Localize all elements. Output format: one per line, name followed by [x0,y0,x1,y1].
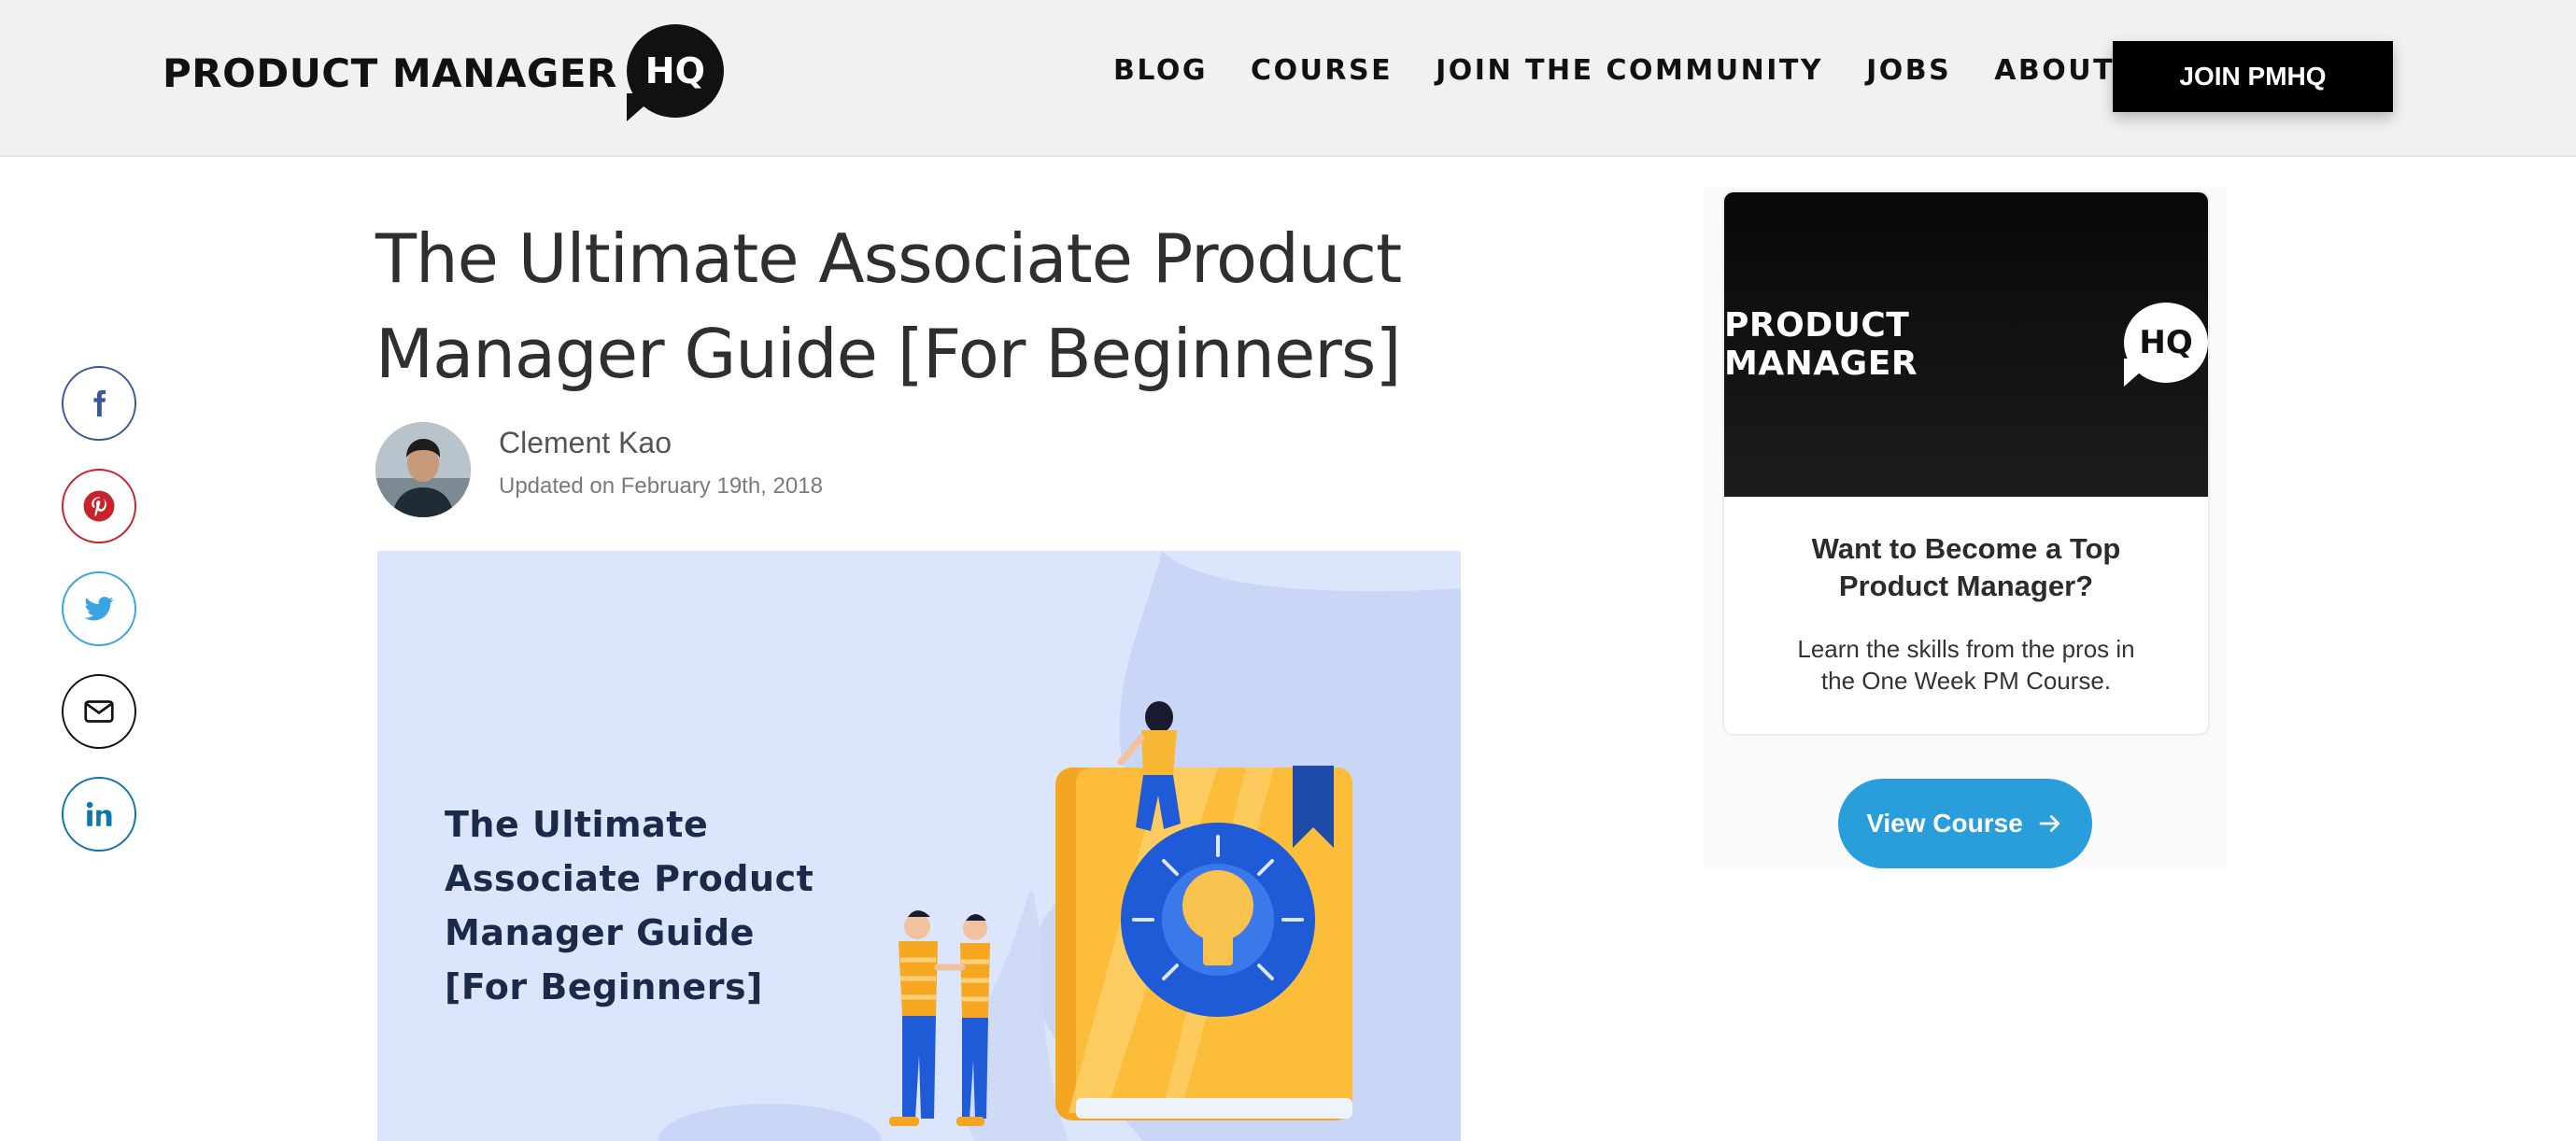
author-block: Clement Kao Updated on February 19th, 20… [375,422,823,517]
promo-card: PRODUCT MANAGER HQ Want to Become a Top … [1722,190,2210,736]
nav-about[interactable]: ABOUT [1994,54,2115,87]
email-icon [84,700,114,723]
promo-text: Learn the skills from the pros in the On… [1797,635,2135,695]
facebook-icon [93,389,106,417]
email-share-button[interactable] [62,674,136,749]
twitter-share-button[interactable] [62,571,136,646]
nav-course[interactable]: COURSE [1251,54,1393,87]
article-title: The Ultimate Associate Product Manager G… [375,219,1402,393]
logo-badge: HQ [626,24,724,121]
nav-blog[interactable]: BLOG [1113,54,1208,87]
avatar[interactable] [375,422,471,517]
nav-join-community[interactable]: JOIN THE COMMUNITY [1436,54,1823,87]
promo-banner: PRODUCT MANAGER HQ [1724,192,2208,497]
author-name[interactable]: Clement Kao [499,426,823,460]
promo-logo-badge: HQ [2124,303,2208,387]
author-meta: Clement Kao Updated on February 19th, 20… [499,426,823,500]
facebook-share-button[interactable] [62,366,136,441]
site-logo[interactable]: PRODUCT MANAGER HQ [163,24,724,121]
arrow-right-icon [2039,815,2059,832]
view-course-button[interactable]: View Course [1838,779,2092,868]
nav-jobs[interactable]: JOBS [1866,54,1951,87]
pinterest-share-button[interactable] [62,469,136,543]
logo-text: PRODUCT MANAGER [163,49,617,96]
article-date: Updated on February 19th, 2018 [499,472,823,499]
promo-logo-text: PRODUCT MANAGER [1724,306,1918,383]
view-course-label: View Course [1866,809,2023,838]
share-bar [62,366,136,852]
promo-heading: Want to Become a Top Product Manager? [1811,532,2121,602]
hero-image: The Ultimate Associate Product Manager G… [377,551,1461,1141]
main-nav: BLOG COURSE JOIN THE COMMUNITY JOBS ABOU… [1113,54,2158,87]
linkedin-icon [86,801,112,826]
pinterest-icon [83,490,115,522]
course-promo: PRODUCT MANAGER HQ Want to Become a Top … [1704,187,2227,868]
hero-title: The Ultimate Associate Product Manager G… [445,804,814,1007]
join-pmhq-button[interactable]: JOIN PMHQ [2113,41,2393,112]
twitter-icon [84,597,114,621]
site-header: PRODUCT MANAGER HQ BLOG COURSE JOIN THE … [0,0,2576,157]
linkedin-share-button[interactable] [62,777,136,852]
